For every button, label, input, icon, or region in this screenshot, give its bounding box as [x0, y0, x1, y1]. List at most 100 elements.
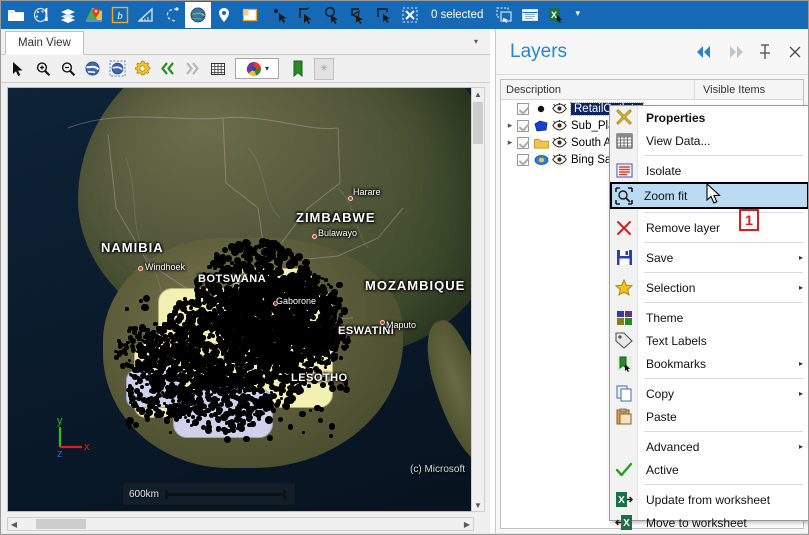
expand-right-icon[interactable] [720, 37, 750, 67]
context-menu-item-properties[interactable]: Properties [610, 106, 808, 129]
layer-visibility-checkbox[interactable] [517, 153, 529, 166]
retail-outlet-point [319, 382, 326, 389]
retail-outlet-point [298, 337, 306, 345]
zoom-fit-icon [612, 184, 636, 207]
previous-view-icon[interactable] [155, 57, 180, 81]
layer-expander[interactable]: ▸ [503, 118, 517, 134]
submenu-arrow-icon: ▸ [798, 253, 803, 262]
scroll-down-arrow[interactable]: ▼ [472, 499, 484, 511]
map-horizontal-scrollbar[interactable]: ◀ ▶ [7, 517, 474, 531]
select-poly-icon[interactable] [345, 2, 371, 28]
bookmark-icon[interactable] [285, 57, 310, 81]
retail-outlet-point [138, 407, 146, 414]
excel-export-icon[interactable]: X [543, 2, 569, 28]
close-panel-icon[interactable] [780, 37, 808, 67]
location-pin-icon[interactable] [211, 2, 237, 28]
layer-eye-icon[interactable] [551, 119, 567, 133]
retail-outlet-point [205, 407, 211, 414]
layer-visibility-checkbox[interactable] [517, 102, 529, 115]
context-menu-item-zoom-fit[interactable]: Zoom fit [610, 182, 808, 209]
context-menu-item-copy[interactable]: Copy ▸ [610, 382, 808, 405]
collapse-left-icon[interactable] [690, 37, 720, 67]
context-menu-item-theme[interactable]: Theme [610, 306, 808, 329]
clear-selection-icon[interactable] [397, 2, 423, 28]
scroll-right-arrow[interactable]: ▶ [461, 518, 473, 530]
layer-expander [503, 101, 517, 117]
context-menu-item-selection[interactable]: Selection ▸ [610, 276, 808, 299]
zoom-out-icon[interactable] [55, 57, 80, 81]
globe-zoom-extent-icon[interactable] [80, 57, 105, 81]
bookmarks-icon [610, 352, 638, 375]
context-menu-item-view-data[interactable]: View Data... [610, 129, 808, 152]
context-menu-item-isolate[interactable]: Isolate [610, 159, 808, 182]
column-header-visible-items[interactable]: Visible Items [695, 80, 803, 99]
context-menu-item-text-labels[interactable]: Text Labels [610, 329, 808, 352]
scroll-left-arrow[interactable]: ◀ [8, 518, 20, 530]
select-line-icon[interactable] [371, 2, 397, 28]
measure-icon[interactable] [133, 2, 159, 28]
layer-visibility-checkbox[interactable] [517, 136, 529, 149]
select-point-icon[interactable] [267, 2, 293, 28]
context-menu-item-label: Properties [646, 110, 706, 125]
map-pin-icon[interactable] [81, 2, 107, 28]
globe-zoom-selection-icon[interactable] [105, 57, 130, 81]
select-rect-icon[interactable] [293, 2, 319, 28]
layer-eye-icon[interactable] [551, 136, 567, 150]
context-menu-item-active[interactable]: Active [610, 458, 808, 481]
context-menu-separator [644, 212, 803, 213]
pin-panel-icon[interactable] [750, 37, 780, 67]
retail-outlet-point [258, 335, 265, 342]
vscroll-thumb[interactable] [473, 102, 483, 144]
context-menu-item-update-from-worksheet[interactable]: X Update from worksheet [610, 488, 808, 511]
next-view-icon[interactable] [180, 57, 205, 81]
bing-icon[interactable]: b [107, 2, 133, 28]
route-icon[interactable] [159, 2, 185, 28]
retail-outlet-point [204, 356, 212, 364]
legend-icon[interactable] [237, 2, 263, 28]
map-city-dot [138, 266, 143, 271]
retail-outlet-point [256, 358, 264, 367]
context-menu-item-paste[interactable]: Paste [610, 405, 808, 428]
palette-icon[interactable] [29, 2, 55, 28]
context-menu-item-save[interactable]: Save ▸ [610, 246, 808, 269]
open-folder-icon[interactable] [3, 2, 29, 28]
map-canvas[interactable]: NAMIBIA BOTSWANA ZIMBABWE MOZAMBIQUE ESWATIN… [7, 87, 474, 512]
pointer-tool-icon[interactable] [5, 57, 30, 81]
layer-context-menu[interactable]: Properties View Data... Isolate Zoom fit Rem… [609, 105, 808, 530]
theme-picker[interactable]: ▾ [235, 58, 279, 79]
table-view-icon[interactable] [517, 2, 543, 28]
retail-outlet-point [339, 356, 343, 360]
retail-outlet-point [315, 350, 321, 356]
retail-outlet-point [329, 385, 336, 392]
map-city-dot [273, 301, 278, 306]
scroll-up-arrow[interactable]: ▲ [472, 88, 484, 100]
retail-outlet-point [222, 429, 228, 435]
copy-selection-icon[interactable] [491, 2, 517, 28]
globe-icon[interactable] [185, 2, 211, 28]
tab-main-view[interactable]: Main View [5, 31, 84, 55]
retail-outlet-point [281, 402, 289, 409]
settings-gear-icon[interactable] [130, 57, 155, 81]
context-menu-item-bookmarks[interactable]: Bookmarks ▸ [610, 352, 808, 375]
favourites-icon[interactable]: ✳ [314, 57, 334, 80]
hscroll-thumb[interactable] [36, 519, 86, 529]
map-vertical-scrollbar[interactable]: ▲ ▼ [471, 87, 485, 512]
context-menu-item-remove-layer[interactable]: Remove layer [610, 216, 808, 239]
layers-stack-icon[interactable] [55, 2, 81, 28]
layer-visibility-checkbox[interactable] [517, 119, 529, 132]
context-menu-item-advanced[interactable]: Advanced ▸ [610, 435, 808, 458]
tab-overflow-caret[interactable]: ▾ [470, 35, 482, 47]
toolbar-overflow-caret[interactable]: ▾ [569, 8, 586, 22]
layer-eye-icon[interactable] [551, 102, 567, 116]
grid-icon[interactable] [205, 57, 230, 81]
select-circle-icon[interactable] [319, 2, 345, 28]
layer-eye-icon[interactable] [551, 153, 567, 167]
zoom-in-icon[interactable] [30, 57, 55, 81]
retail-outlet-point [305, 295, 310, 300]
column-header-description[interactable]: Description [501, 80, 695, 99]
theme-picker-caret[interactable]: ▾ [265, 64, 269, 73]
context-menu-item-move-to-worksheet[interactable]: X Move to worksheet [610, 511, 808, 534]
retail-outlet-point [287, 385, 291, 390]
layer-expander[interactable]: ▸ [503, 135, 517, 151]
retail-outlet-point [310, 339, 314, 343]
